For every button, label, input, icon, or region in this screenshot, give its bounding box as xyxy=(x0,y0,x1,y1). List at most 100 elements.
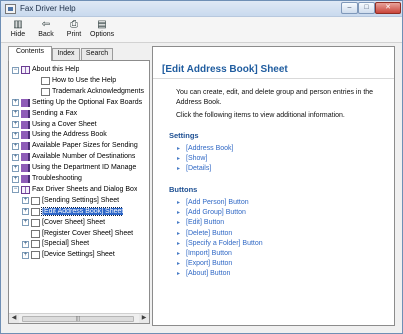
hide-icon: ▥ xyxy=(13,19,23,30)
print-button[interactable]: ⎙ Print xyxy=(62,19,86,41)
expand-icon[interactable]: + xyxy=(12,121,19,128)
tree-item[interactable]: + Setting Up the Optional Fax Boards xyxy=(12,98,142,108)
scroll-thumb[interactable]: ||| xyxy=(22,316,134,322)
tab-contents[interactable]: Contents xyxy=(8,46,52,61)
maximize-button[interactable]: □ xyxy=(358,2,375,14)
tree-item[interactable]: + Troubleshooting xyxy=(12,174,82,184)
book-icon xyxy=(21,131,30,140)
tree-item[interactable]: How to Use the Help xyxy=(12,76,116,86)
tree-item[interactable]: − Fax Driver Sheets and Dialog Box xyxy=(12,185,137,195)
arrow-bullet-icon: ▸ xyxy=(177,166,181,173)
tree-item[interactable]: [Register Cover Sheet] Sheet xyxy=(12,229,133,239)
page-title: [Edit Address Book] Sheet xyxy=(162,64,288,75)
arrow-bullet-icon: ▸ xyxy=(177,210,181,217)
options-button[interactable]: ▤ Options xyxy=(90,19,114,41)
print-button-label: Print xyxy=(66,31,82,38)
tab-index[interactable]: Index xyxy=(52,48,80,60)
arrow-bullet-icon: ▸ xyxy=(177,230,181,237)
tree-item[interactable]: + Sending a Fax xyxy=(12,109,77,119)
tree-item-label: [Register Cover Sheet] Sheet xyxy=(42,229,134,237)
arrow-bullet-icon: ▸ xyxy=(177,261,181,268)
button-link[interactable]: [Edit] Button xyxy=(186,219,224,226)
tree-item-label: Troubleshooting xyxy=(32,175,82,182)
tree-item-label: [Sending Settings] Sheet xyxy=(42,196,120,204)
settings-link[interactable]: [Details] xyxy=(186,165,211,172)
tree-item[interactable]: + Using the Department ID Manage xyxy=(12,163,136,173)
settings-link-row: ▸ [Details] xyxy=(177,164,211,174)
collapse-icon[interactable]: − xyxy=(12,186,19,194)
tab-search[interactable]: Search xyxy=(81,48,113,60)
arrow-bullet-icon: ▸ xyxy=(177,240,181,247)
print-icon: ⎙ xyxy=(70,19,78,30)
button-link-row: ▸ [About] Button xyxy=(177,269,230,279)
tree-item[interactable]: + Available Number of Destinations xyxy=(12,152,135,162)
settings-link[interactable]: [Address Book] xyxy=(186,145,233,152)
button-link-row: ▸ [Delete] Button xyxy=(177,229,232,239)
title-bar[interactable]: Fax Driver Help – □ ✕ xyxy=(1,1,402,17)
scroll-left-button[interactable]: ◀ xyxy=(9,314,19,323)
tree-item[interactable]: − About this Help xyxy=(12,65,79,75)
hide-button[interactable]: ▥ Hide xyxy=(6,19,30,41)
expand-icon[interactable]: + xyxy=(12,131,19,139)
tree-item[interactable]: + [Sending Settings] Sheet xyxy=(12,196,119,206)
button-link[interactable]: [Import] Button xyxy=(186,250,232,257)
expand-icon[interactable]: + xyxy=(12,110,19,118)
tree-item[interactable]: + Using the Address Book xyxy=(12,130,107,140)
tree-item[interactable]: + Available Paper Sizes for Sending xyxy=(12,141,138,151)
book-icon xyxy=(21,153,30,162)
expand-icon[interactable]: + xyxy=(22,219,29,227)
arrow-bullet-icon: ▸ xyxy=(177,146,181,152)
help-toolbar: ▥ Hide ⇦ Back ⎙ Print ▤ Options xyxy=(1,17,402,43)
expand-icon[interactable]: + xyxy=(12,153,19,161)
contents-tree-panel: − About this Help How to Use the Help Trade… xyxy=(8,60,150,324)
button-link[interactable]: [Specify a Folder] Button xyxy=(186,240,263,247)
book-icon xyxy=(21,120,30,129)
arrow-bullet-icon: ▸ xyxy=(177,271,181,278)
contents-tree: − About this Help How to Use the Help Trade… xyxy=(12,65,146,305)
expand-icon[interactable]: + xyxy=(22,240,29,248)
settings-link[interactable]: [Show] xyxy=(186,155,207,162)
expand-icon[interactable]: + xyxy=(22,251,29,259)
tree-item-label: Setting Up the Optional Fax Boards xyxy=(32,98,143,106)
navigation-pane: Contents Index Search − About this Help Ho… xyxy=(8,46,150,326)
expand-icon[interactable]: + xyxy=(12,175,19,183)
arrow-bullet-icon: ▸ xyxy=(177,251,181,257)
arrow-bullet-icon: ▸ xyxy=(177,220,181,227)
expand-icon[interactable]: + xyxy=(22,197,29,205)
button-link[interactable]: [Delete] Button xyxy=(186,230,232,237)
minimize-button[interactable]: – xyxy=(341,2,358,14)
tree-item-label: Using the Address Book xyxy=(32,131,107,139)
button-link[interactable]: [About] Button xyxy=(186,270,230,277)
expand-icon[interactable]: + xyxy=(12,142,19,150)
button-link[interactable]: [Add Group] Button xyxy=(186,209,246,216)
selected-tree-item[interactable]: + [Edit Address Book] Sheet xyxy=(12,206,124,217)
tree-item[interactable]: + Using a Cover Sheet xyxy=(12,120,97,130)
collapse-icon[interactable]: − xyxy=(12,66,19,74)
tree-item-label: [Cover Sheet] Sheet xyxy=(42,218,106,226)
tree-item[interactable]: + [Special] Sheet xyxy=(12,239,89,249)
back-button[interactable]: ⇦ Back xyxy=(34,19,58,41)
hide-button-label: Hide xyxy=(10,31,26,38)
tree-item-label: About this Help xyxy=(32,66,80,73)
tree-item[interactable]: Trademark Acknowledgments xyxy=(12,87,144,97)
expand-icon[interactable]: + xyxy=(22,208,29,216)
tree-item[interactable]: + [Cover Sheet] Sheet xyxy=(12,218,105,228)
buttons-heading: Buttons xyxy=(169,185,198,194)
button-link-row: ▸ [Add Group] Button xyxy=(177,208,246,218)
open-book-icon xyxy=(21,66,30,74)
tree-item[interactable]: + [Device Settings] Sheet xyxy=(12,250,115,260)
expand-icon[interactable]: + xyxy=(12,164,19,172)
scroll-right-button[interactable]: ▶ xyxy=(139,314,149,323)
content-header: [Edit Address Book] Sheet xyxy=(153,47,394,79)
open-book-icon xyxy=(21,185,30,194)
book-icon xyxy=(21,164,30,173)
close-button[interactable]: ✕ xyxy=(375,2,401,14)
button-link[interactable]: [Export] Button xyxy=(186,260,232,267)
button-link[interactable]: [Add Person] Button xyxy=(186,199,249,206)
book-icon xyxy=(21,109,30,118)
tree-item-label: Sending a Fax xyxy=(32,109,78,117)
expand-icon[interactable]: + xyxy=(12,99,19,107)
tree-item-label: Available Number of Destinations xyxy=(32,153,136,161)
horizontal-scrollbar[interactable]: ◀ ||| ▶ xyxy=(9,313,149,323)
